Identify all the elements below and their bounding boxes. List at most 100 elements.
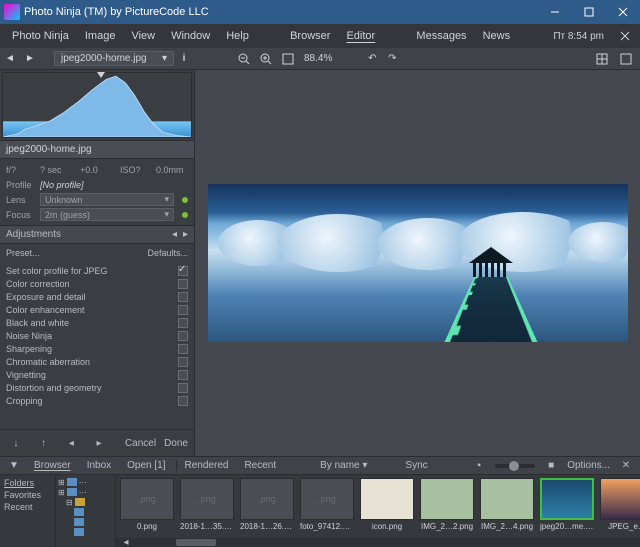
window-close-button[interactable] [606,0,640,24]
window-minimize-button[interactable] [538,0,572,24]
zoom-in-icon[interactable] [256,50,276,68]
defaults-button[interactable]: Defaults... [147,248,188,258]
meta-profile-val: [No profile] [40,180,188,190]
adjustment-checkbox[interactable] [178,266,188,276]
window-maximize-button[interactable] [572,0,606,24]
close-browser-icon[interactable]: ✕ [616,457,636,475]
menu-window[interactable]: Window [163,24,218,48]
adjustment-checkbox[interactable] [178,357,188,367]
chevron-left-icon[interactable]: ◂ [172,229,177,240]
thumbnail[interactable]: .png2018-1…35.png [179,478,235,531]
adjustment-row[interactable]: Cropping [0,394,194,407]
zoom-out-icon[interactable] [234,50,254,68]
adjustment-checkbox[interactable] [178,292,188,302]
folder-tree[interactable]: ⊞⋯ ⊞⋯ ⊟ [56,475,116,547]
adjustment-row[interactable]: Noise Ninja [0,329,194,342]
thumbnail[interactable]: jpeg20…me.jpg [539,478,595,531]
browse-down-icon[interactable]: ▼ [4,457,24,475]
thumb-large-icon[interactable]: ■ [541,457,561,475]
browser-tab-recent[interactable]: Recent [238,460,282,471]
info-icon[interactable]: i [174,50,194,68]
next-image-button[interactable]: ► [20,50,40,68]
meta-lens-lbl: Lens [6,195,34,205]
scrollbar-thumb[interactable] [176,539,216,546]
adjustment-checkbox[interactable] [178,344,188,354]
menu-view[interactable]: View [123,24,163,48]
move-up-icon[interactable]: ↑ [34,434,54,452]
adjustment-checkbox[interactable] [178,331,188,341]
thumb-size-slider[interactable] [495,464,535,468]
thumbnail-image: .png [240,478,294,520]
grid-icon[interactable] [592,50,612,68]
thumbnail[interactable]: icon.png [359,478,415,531]
adjustment-label: Noise Ninja [6,331,52,341]
cancel-button[interactable]: Cancel [125,438,156,449]
sync-button[interactable]: Sync [405,460,427,471]
adjustment-checkbox[interactable] [178,279,188,289]
thumbnail[interactable]: JPEG_e… [599,478,640,531]
recent-tab[interactable]: Recent [2,501,53,513]
thumbnail[interactable]: .pngfoto_97412.png [299,478,355,531]
prev-image-button[interactable]: ◄ [0,50,20,68]
histogram[interactable] [2,72,192,138]
browser-tab-open[interactable]: Open [1] [121,460,171,471]
browser-tab-browser[interactable]: Browser [28,460,77,471]
menu-messages[interactable]: Messages [408,24,474,48]
thumb-small-icon[interactable]: ▪ [469,457,489,475]
menu-photoninja[interactable]: Photo Ninja [4,24,77,48]
browser-tab-inbox[interactable]: Inbox [81,460,117,471]
nav-prev-icon[interactable]: ◂ [61,434,81,452]
favorites-tab[interactable]: Favorites [2,489,53,501]
adjustment-row[interactable]: Color enhancement [0,303,194,316]
adjustment-checkbox[interactable] [178,396,188,406]
sort-dropdown[interactable]: By name ▾ [320,460,367,471]
tab-browser[interactable]: Browser [282,24,338,48]
move-down-icon[interactable]: ↓ [6,434,26,452]
thumbnail-strip[interactable]: .png0.png.png2018-1…35.png.png2018-1…26.… [116,475,640,547]
image-canvas[interactable] [195,70,640,456]
zoom-fit-icon[interactable] [278,50,298,68]
adjustments-header[interactable]: Adjustments ◂▸ [0,225,194,244]
thumbnail[interactable]: .png0.png [119,478,175,531]
fullscreen-icon[interactable] [616,50,636,68]
browser-tab-rendered[interactable]: Rendered [176,460,235,471]
done-button[interactable]: Done [164,438,188,449]
adjustment-checkbox[interactable] [178,383,188,393]
adjustment-row[interactable]: Color correction [0,277,194,290]
thumbnail[interactable]: IMG_2…2.png [419,478,475,531]
chevron-right-icon[interactable]: ▸ [183,229,188,240]
menu-help[interactable]: Help [218,24,257,48]
menu-image[interactable]: Image [77,24,124,48]
file-dropdown[interactable]: jpeg2000-home.jpg ▾ [54,51,174,66]
redo-icon[interactable]: ↷ [382,50,402,68]
sidebar: jpeg2000-home.jpg f/? ? sec +0.0 ISO? 0.… [0,70,195,456]
preset-button[interactable]: Preset... [6,248,40,258]
focus-dropdown[interactable]: 2m (guess)▾ [40,208,174,221]
folders-tab[interactable]: Folders [2,477,53,489]
tab-editor[interactable]: Editor [338,24,383,48]
adjustment-row[interactable]: Black and white [0,316,194,329]
zoom-value: 88.4% [304,53,332,64]
adjustment-checkbox[interactable] [178,318,188,328]
adjustment-row[interactable]: Distortion and geometry [0,381,194,394]
adjustment-label: Set color profile for JPEG [6,266,108,276]
adjustment-row[interactable]: Sharpening [0,342,194,355]
lens-dropdown[interactable]: Unknown▾ [40,193,174,206]
menu-news[interactable]: News [475,24,519,48]
thumbnail[interactable]: .png2018-1…26.png [239,478,295,531]
panel-close-icon[interactable] [614,27,636,45]
options-button[interactable]: Options... [567,460,610,471]
adjustment-row[interactable]: Set color profile for JPEG [0,264,194,277]
adjustment-row[interactable]: Vignetting [0,368,194,381]
nav-next-icon[interactable]: ▸ [89,434,109,452]
adjustment-label: Cropping [6,396,43,406]
adjustment-row[interactable]: Exposure and detail [0,290,194,303]
undo-icon[interactable]: ↶ [362,50,382,68]
adjustment-checkbox[interactable] [178,305,188,315]
scroll-left-icon[interactable]: ◂ [116,534,136,547]
adjustment-row[interactable]: Chromatic aberration [0,355,194,368]
horizontal-scrollbar[interactable]: ◂ [116,538,640,547]
adjustment-checkbox[interactable] [178,370,188,380]
thumbnail[interactable]: IMG_2…4.png [479,478,535,531]
adjustment-label: Chromatic aberration [6,357,90,367]
